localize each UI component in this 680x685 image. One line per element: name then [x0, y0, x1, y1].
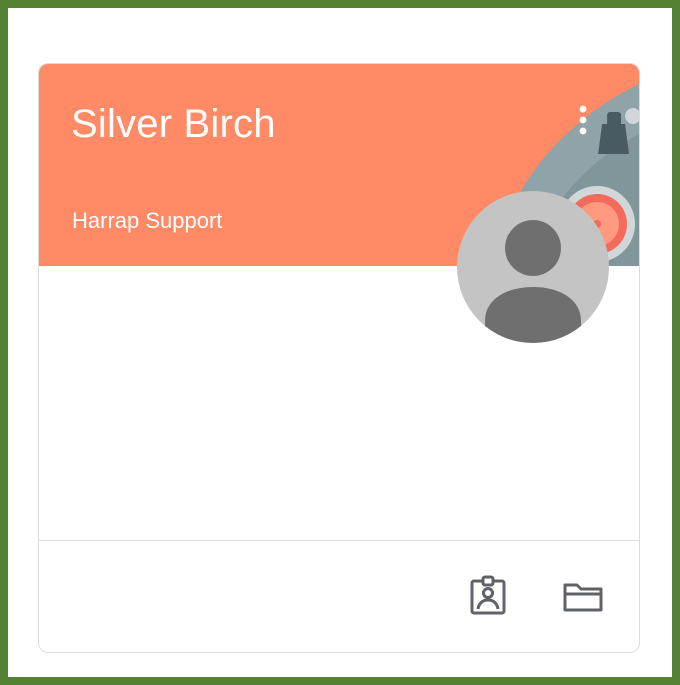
more-vert-icon	[579, 105, 587, 135]
screenshot-frame: Silver Birch Harrap Support	[0, 0, 680, 685]
class-card[interactable]: Silver Birch Harrap Support	[38, 63, 640, 653]
default-person-icon	[485, 220, 581, 343]
open-your-work-button[interactable]	[464, 572, 512, 620]
more-options-button[interactable]	[571, 100, 595, 144]
folder-icon	[563, 583, 603, 612]
class-section: Harrap Support	[72, 208, 223, 233]
assignment-ind-icon	[470, 575, 506, 615]
card-footer-divider	[39, 540, 639, 541]
teacher-avatar	[457, 191, 609, 343]
open-class-folder-button[interactable]	[559, 572, 607, 620]
class-name[interactable]: Silver Birch	[71, 102, 276, 147]
